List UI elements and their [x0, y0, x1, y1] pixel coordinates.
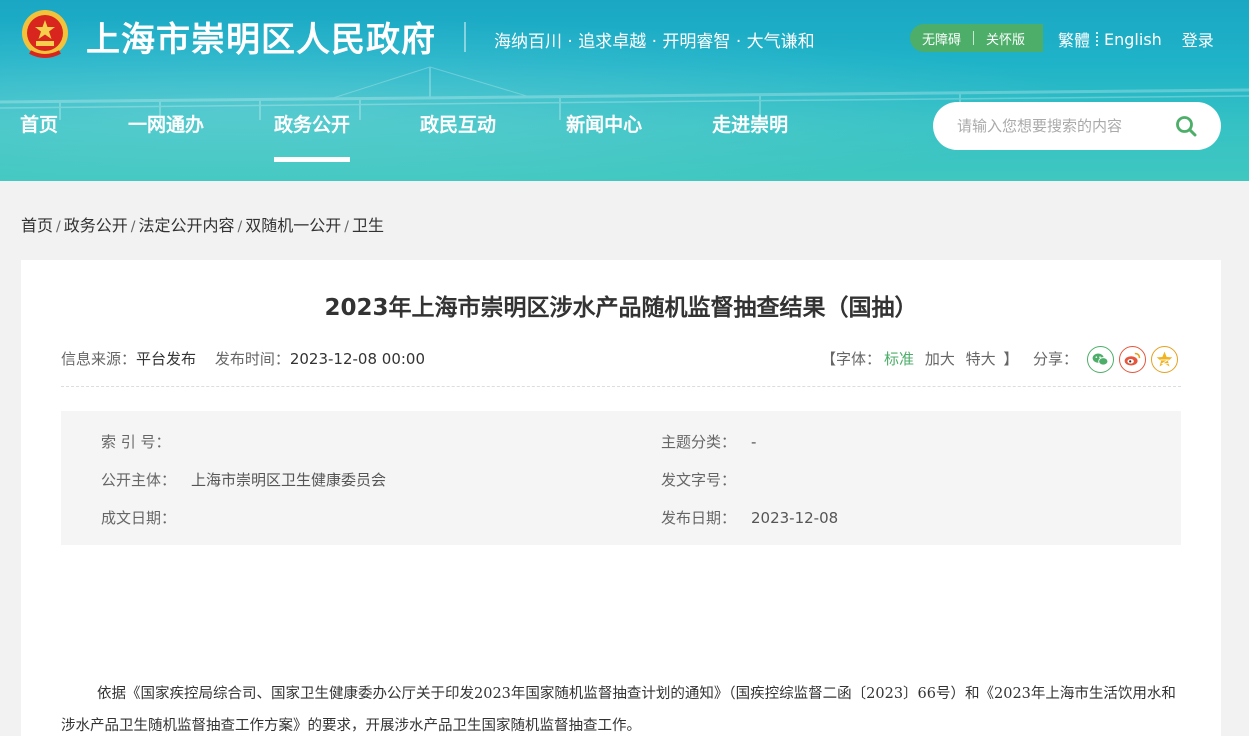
breadcrumb-random-inspection[interactable]: 双随机一公开	[245, 216, 341, 235]
site-title[interactable]: 上海市崇明区人民政府	[86, 12, 436, 61]
source-value: 平台发布	[136, 350, 197, 368]
info-doc-number: 发文字号：	[661, 469, 751, 490]
title-divider	[464, 22, 466, 52]
nav-online-service[interactable]: 一网通办	[128, 110, 204, 162]
info-written-date: 成文日期：	[101, 507, 191, 528]
info-topic: 主题分类： -	[661, 431, 756, 452]
font-size-close: 】	[1003, 350, 1019, 368]
breadcrumb: 首页 / 政务公开 / 法定公开内容 / 双随机一公开 / 卫生	[21, 212, 384, 236]
login-link[interactable]: 登录	[1182, 27, 1214, 51]
traditional-chinese-link[interactable]: 繁體	[1058, 27, 1090, 51]
info-publisher: 公开主体： 上海市崇明区卫生健康委员会	[101, 469, 386, 490]
share-label: 分享：	[1033, 350, 1079, 368]
font-size-control: 【字体： 标准 加大 特大 】	[821, 348, 1018, 369]
font-xlarge-button[interactable]: 特大	[966, 350, 996, 368]
publish-time-value: 2023-12-08 00:00	[289, 350, 425, 368]
publisher-value: 上海市崇明区卫生健康委员会	[191, 471, 387, 489]
article-body: 依据《国家疾控局综合司、国家卫生健康委办公厅关于印发2023年国家随机监督抽查计…	[61, 686, 1176, 734]
info-index: 索 引 号：	[101, 431, 191, 452]
elderly-mode-link[interactable]: 关怀版	[974, 29, 1037, 48]
publish-date-value: 2023-12-08	[751, 509, 839, 527]
breadcrumb-health[interactable]: 卫生	[352, 216, 384, 235]
nav-interaction[interactable]: 政民互动	[420, 110, 496, 162]
publish-time-label: 发布时间：	[214, 350, 290, 368]
source-label: 信息来源：	[61, 350, 137, 368]
topic-label: 主题分类：	[661, 433, 737, 451]
breadcrumb-gov-affairs[interactable]: 政务公开	[64, 216, 128, 235]
topic-value: -	[751, 433, 757, 451]
breadcrumb-separator: /	[56, 219, 61, 235]
document-info-box: 索 引 号： 主题分类： - 公开主体： 上海市崇明区卫生健康委员会 发文字号： 成…	[61, 411, 1181, 545]
breadcrumb-home[interactable]: 首页	[21, 216, 53, 235]
breadcrumb-statutory[interactable]: 法定公开内容	[138, 216, 234, 235]
font-large-button[interactable]: 加大	[925, 350, 955, 368]
publisher-label: 公开主体：	[101, 471, 177, 489]
nav-news-center[interactable]: 新闻中心	[566, 110, 642, 162]
accessibility-toggle: 无障碍 关怀版	[910, 24, 1043, 52]
meta-divider	[61, 386, 1181, 387]
national-emblem-icon	[22, 10, 68, 58]
publish-date-label: 发布日期：	[661, 509, 737, 527]
index-label: 索 引 号：	[101, 433, 171, 451]
site-slogan: 海纳百川 · 追求卓越 · 开明睿智 · 大气谦和	[494, 32, 815, 52]
article-card: 2023年上海市崇明区涉水产品随机监督抽查结果（国抽） 信息来源：平台发布 发布…	[21, 260, 1221, 736]
nav-about-chongming[interactable]: 走进崇明	[712, 110, 788, 162]
breadcrumb-separator: /	[130, 219, 136, 235]
breadcrumb-separator: /	[237, 219, 243, 235]
top-links: 繁體 English 登录	[1058, 27, 1214, 51]
article-meta: 信息来源：平台发布 发布时间：2023-12-08 00:00	[61, 348, 439, 369]
weibo-share-icon[interactable]	[1119, 346, 1146, 373]
wechat-share-icon[interactable]	[1087, 346, 1114, 373]
main-nav: 首页 一网通办 政务公开 政民互动 新闻中心 走进崇明	[20, 110, 788, 162]
nav-home[interactable]: 首页	[20, 110, 58, 162]
breadcrumb-separator: /	[344, 219, 349, 235]
qzone-share-icon[interactable]	[1151, 346, 1178, 373]
english-link[interactable]: English	[1104, 30, 1162, 49]
lang-divider	[1096, 32, 1099, 46]
font-size-open: 【字体：	[821, 350, 882, 368]
written-date-label: 成文日期：	[101, 509, 177, 527]
search-icon[interactable]	[1175, 115, 1197, 137]
search-input[interactable]	[957, 114, 1157, 138]
info-publish-date: 发布日期： 2023-12-08	[661, 507, 838, 528]
article-title: 2023年上海市崇明区涉水产品随机监督抽查结果（国抽）	[324, 295, 918, 321]
accessible-mode-link[interactable]: 无障碍	[910, 29, 973, 48]
doc-number-label: 发文字号：	[661, 471, 737, 489]
nav-government-affairs[interactable]: 政务公开	[274, 110, 351, 162]
font-standard-button[interactable]: 标准	[884, 350, 914, 368]
search-box	[933, 102, 1221, 150]
